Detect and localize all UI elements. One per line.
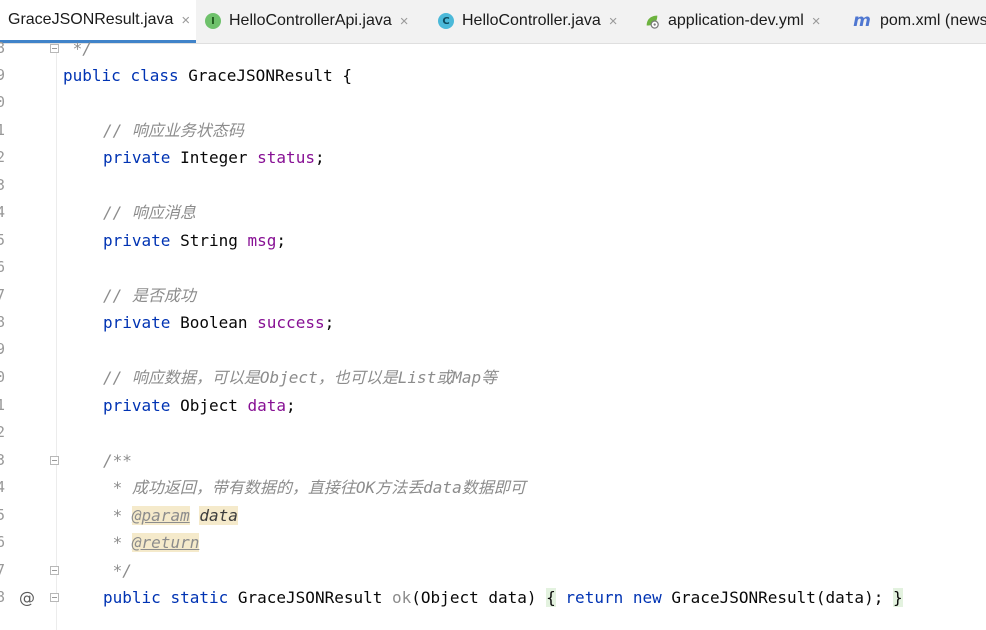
line-number: 2 <box>0 423 6 441</box>
code-line: 8 private Boolean success; <box>0 309 986 336</box>
class-icon: C <box>438 13 454 29</box>
line-number: 9 <box>0 340 6 358</box>
code-line: 3 /** <box>0 447 986 474</box>
tab-label: HelloControllerApi.java <box>229 12 392 29</box>
fold-marker-icon[interactable] <box>50 44 59 53</box>
code-line: 2 private Integer status; <box>0 144 986 171</box>
line-number: 4 <box>0 478 6 496</box>
line-number: 6 <box>0 258 6 276</box>
line-number: 6 <box>0 533 6 551</box>
code-line: 9 public class GraceJSONResult { <box>0 62 986 89</box>
line-number: 8 <box>0 313 6 331</box>
line-number: 8 <box>0 39 6 57</box>
fold-marker-icon[interactable] <box>50 566 59 575</box>
code-line: 7 */ <box>0 557 986 584</box>
code-line: 8 */ <box>0 35 986 62</box>
maven-icon: m <box>853 11 871 31</box>
line-number: 3 <box>0 451 6 469</box>
code-line: 4 * 成功返回，带有数据的，直接往OK方法丢data数据即可 <box>0 474 986 501</box>
close-icon[interactable]: × <box>400 13 409 30</box>
line-number: 5 <box>0 506 6 524</box>
code-line: 4 // 响应消息 <box>0 199 986 226</box>
code-line: 2 <box>0 419 986 446</box>
code-line: 6 <box>0 254 986 281</box>
fold-marker-icon[interactable] <box>50 593 59 602</box>
line-number: 7 <box>0 286 6 304</box>
code-line: 0 // 响应数据，可以是Object，也可以是List或Map等 <box>0 364 986 391</box>
fold-marker-icon[interactable] <box>50 456 59 465</box>
spring-yml-icon <box>644 13 660 29</box>
code-line: 3 <box>0 172 986 199</box>
tab-label: GraceJSONResult.java <box>8 11 174 28</box>
line-number: 0 <box>0 93 6 111</box>
tab-label: application-dev.yml <box>668 12 804 29</box>
code-line: 5 private String msg; <box>0 227 986 254</box>
tab-label: pom.xml (news <box>880 12 986 29</box>
javadoc-tag: @param <box>131 506 190 525</box>
line-number: 7 <box>0 561 6 579</box>
line-number: 8 <box>0 588 6 606</box>
code-line: 9 <box>0 336 986 363</box>
line-number: 2 <box>0 148 6 166</box>
line-number: 0 <box>0 368 6 386</box>
code-line: 5 * @param data <box>0 502 986 529</box>
line-number: 1 <box>0 121 6 139</box>
interface-icon: I <box>205 13 221 29</box>
code-line: 7 // 是否成功 <box>0 282 986 309</box>
code-editor[interactable]: 8 */ 9 public class GraceJSONResult { 0 … <box>0 39 986 630</box>
code-line: 6 * @return <box>0 529 986 556</box>
override-marker-icon[interactable]: @ <box>19 584 35 611</box>
line-number: 9 <box>0 66 6 84</box>
line-number: 1 <box>0 396 6 414</box>
code-line: 8 @ public static GraceJSONResult ok(Obj… <box>0 584 986 611</box>
tab-label: HelloController.java <box>462 12 601 29</box>
close-icon[interactable]: × <box>812 13 821 30</box>
line-number: 4 <box>0 203 6 221</box>
code-line: 1 private Object data; <box>0 392 986 419</box>
code-line: 0 <box>0 89 986 116</box>
line-number: 3 <box>0 176 6 194</box>
line-number: 5 <box>0 231 6 249</box>
javadoc-tag: @return <box>131 533 200 552</box>
close-icon[interactable]: × <box>181 12 190 29</box>
code-line: 1 // 响应业务状态码 <box>0 117 986 144</box>
close-icon[interactable]: × <box>609 13 618 30</box>
